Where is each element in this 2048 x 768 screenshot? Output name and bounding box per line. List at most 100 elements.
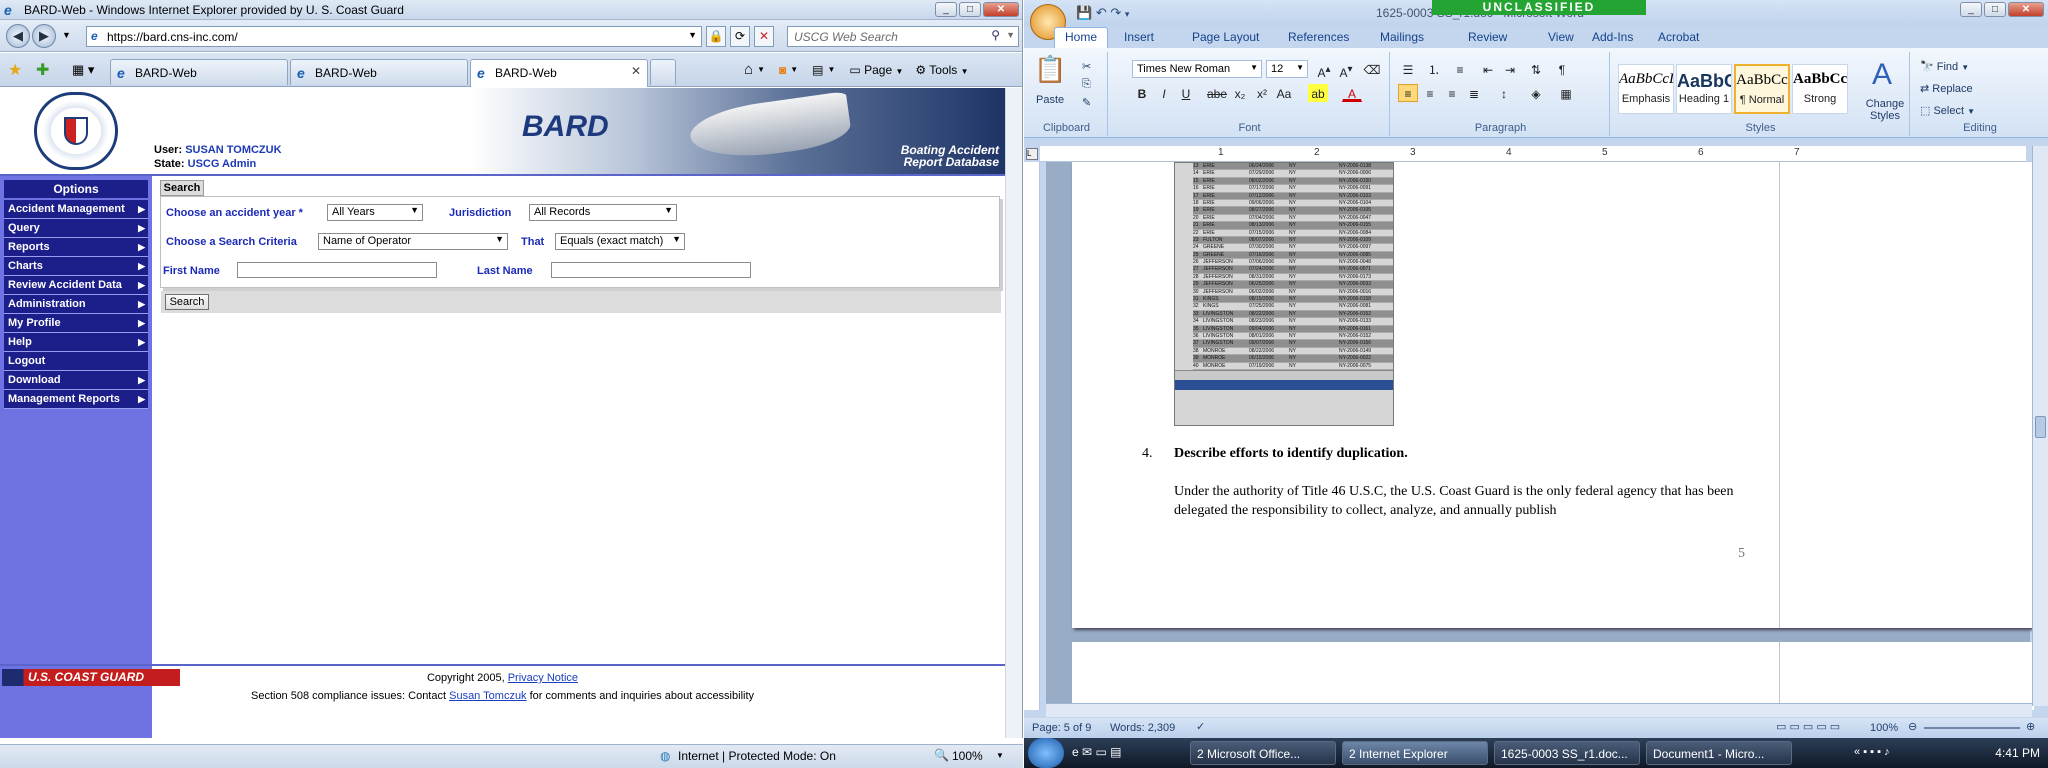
word-minimize-button[interactable]: _ xyxy=(1960,2,1982,17)
paste-button[interactable]: Paste xyxy=(1036,94,1064,106)
url-field[interactable]: e https://bard.cns-inc.com/ ▼ xyxy=(86,26,702,47)
search-tab[interactable]: Search xyxy=(160,180,204,196)
ie-vertical-scrollbar[interactable] xyxy=(1005,88,1022,738)
forward-button[interactable]: ▶ xyxy=(32,24,56,48)
style-emphasis[interactable]: AaBbCcL Emphasis xyxy=(1618,64,1674,114)
align-left-icon[interactable]: ≡ xyxy=(1398,84,1418,102)
tray-chevron-icon[interactable]: « xyxy=(1854,746,1860,758)
menu-item-query[interactable]: Query ▶ xyxy=(4,219,148,238)
ribbon-tab-acrobat[interactable]: Acrobat xyxy=(1658,30,1699,44)
taskbar-item-office[interactable]: 2 Microsoft Office... xyxy=(1190,741,1336,765)
copy-icon[interactable]: ⎘ xyxy=(1082,78,1091,91)
menu-item-help[interactable]: Help ▶ xyxy=(4,333,148,352)
jurisdiction-select[interactable]: All Records ▼ xyxy=(529,204,677,221)
search-dropdown-icon[interactable]: ▼ xyxy=(1006,30,1015,40)
favorites-star-icon[interactable]: ★ xyxy=(8,60,22,80)
cut-icon[interactable]: ✂ xyxy=(1082,60,1091,73)
contact-link[interactable]: Susan Tomczuk xyxy=(449,690,526,702)
customize-qat-icon[interactable]: ▾ xyxy=(1125,9,1130,19)
stop-icon[interactable]: ✕ xyxy=(754,26,774,47)
close-tab-icon[interactable]: ✕ xyxy=(631,64,641,78)
shrink-font-icon[interactable]: A▾ xyxy=(1336,60,1356,80)
new-tab-button[interactable] xyxy=(650,59,676,85)
ribbon-tab-mailings[interactable]: Mailings xyxy=(1380,30,1424,44)
first-name-input[interactable] xyxy=(237,262,437,278)
url-dropdown-icon[interactable]: ▼ xyxy=(688,30,697,40)
minimize-button[interactable]: _ xyxy=(935,2,957,17)
print-icon[interactable]: ▤ xyxy=(812,63,823,77)
numbering-icon[interactable]: ⒈ xyxy=(1424,60,1444,78)
format-painter-icon[interactable]: ✎ xyxy=(1082,96,1091,109)
zoom-dropdown-icon[interactable]: ▼ xyxy=(996,751,1004,760)
multilevel-list-icon[interactable]: ≡ xyxy=(1450,60,1470,78)
page-menu[interactable]: ▭ Page ▼ xyxy=(849,63,903,77)
redo-icon[interactable]: ↷ xyxy=(1110,5,1121,20)
match-type-select[interactable]: Equals (exact match) ▼ xyxy=(555,233,685,250)
ribbon-tab-add-ins[interactable]: Add-Ins xyxy=(1592,30,1633,44)
feeds-dropdown-icon[interactable]: ▼ xyxy=(790,65,798,74)
horizontal-ruler[interactable]: 1 2 3 4 5 6 7 xyxy=(1040,146,2026,162)
outlook-quick-launch-icon[interactable]: ✉ xyxy=(1082,745,1092,759)
word-close-button[interactable]: ✕ xyxy=(2008,2,2044,17)
zoom-slider[interactable] xyxy=(1924,727,2020,729)
zoom-out-icon[interactable]: ⊖ xyxy=(1908,720,1917,733)
quick-tabs-icon[interactable]: ▦ ▾ xyxy=(72,62,94,78)
bullets-icon[interactable]: ☰ xyxy=(1398,60,1418,78)
menu-item-administration[interactable]: Administration ▶ xyxy=(4,295,148,314)
zoom-in-icon[interactable]: ⊕ xyxy=(2026,720,2035,733)
style-heading-1[interactable]: AaBbC Heading 1 xyxy=(1676,64,1732,114)
bold-icon[interactable]: B xyxy=(1132,84,1152,102)
taskbar-item-word-doc[interactable]: 1625-0003 SS_r1.doc... xyxy=(1494,741,1640,765)
borders-icon[interactable]: ▦ xyxy=(1556,84,1576,102)
feeds-icon[interactable]: ◙ xyxy=(779,63,786,77)
document-page[interactable]: 13 ERIE 06/24/2006 NY NY-2006-0138 14 ERIE 07/2… xyxy=(1072,162,2034,628)
accident-year-select[interactable]: All Years ▼ xyxy=(327,204,423,221)
italic-icon[interactable]: I xyxy=(1154,84,1174,102)
menu-item-reports[interactable]: Reports ▶ xyxy=(4,238,148,257)
word-vertical-scrollbar[interactable] xyxy=(2032,146,2048,706)
word-horizontal-scrollbar[interactable] xyxy=(1046,703,2032,717)
ribbon-tab-view[interactable]: View xyxy=(1548,30,1574,44)
next-page[interactable] xyxy=(1072,642,2034,710)
clock[interactable]: 4:41 PM xyxy=(1995,746,2040,760)
change-case-icon[interactable]: Aa xyxy=(1274,84,1294,102)
menu-item-management-reports[interactable]: Management Reports ▶ xyxy=(4,390,148,409)
vertical-ruler[interactable] xyxy=(1024,162,1040,710)
history-dropdown-icon[interactable]: ▼ xyxy=(62,30,71,40)
privacy-notice-link[interactable]: Privacy Notice xyxy=(508,672,578,684)
print-dropdown-icon[interactable]: ▼ xyxy=(828,65,836,74)
justify-icon[interactable]: ≣ xyxy=(1464,84,1484,102)
menu-item-logout[interactable]: Logout xyxy=(4,352,148,371)
menu-item-download[interactable]: Download ▶ xyxy=(4,371,148,390)
back-button[interactable]: ◀ xyxy=(6,24,30,48)
close-button[interactable]: ✕ xyxy=(983,2,1019,17)
add-favorite-icon[interactable]: ✚ xyxy=(36,60,49,80)
taskbar-item-ie[interactable]: 2 Internet Explorer xyxy=(1342,741,1488,765)
menu-item-accident-management[interactable]: Accident Management ▶ xyxy=(4,200,148,219)
home-icon[interactable]: ⌂ xyxy=(744,61,753,78)
underline-icon[interactable]: U xyxy=(1176,84,1196,102)
show-formatting-icon[interactable]: ¶ xyxy=(1552,60,1572,78)
ie-quick-launch-icon[interactable]: e xyxy=(1072,745,1079,759)
tools-menu[interactable]: ⚙ Tools ▼ xyxy=(915,63,968,77)
ribbon-tab-home[interactable]: Home xyxy=(1054,27,1109,49)
scroll-thumb[interactable] xyxy=(2035,416,2046,438)
ribbon-tab-references[interactable]: References xyxy=(1288,30,1349,44)
paste-icon[interactable]: 📋 xyxy=(1034,54,1066,85)
line-spacing-icon[interactable]: ↕ xyxy=(1494,84,1514,102)
zoom-level[interactable]: 100% xyxy=(952,749,983,763)
font-name-select[interactable]: Times New Roman ▼ xyxy=(1132,60,1262,78)
ribbon-tab-insert[interactable]: Insert xyxy=(1124,30,1154,44)
style-strong[interactable]: AaBbCcl Strong xyxy=(1792,64,1848,114)
tab-selector[interactable]: L xyxy=(1026,148,1038,160)
network-icon[interactable]: ▪ xyxy=(1877,746,1881,758)
clear-formatting-icon[interactable]: ⌫ xyxy=(1362,60,1382,78)
lock-icon[interactable]: 🔒 xyxy=(706,26,726,47)
save-icon[interactable]: 💾 xyxy=(1076,5,1092,20)
tab-bard-web-3[interactable]: e BARD-Web ✕ xyxy=(470,59,648,87)
menu-item-my-profile[interactable]: My Profile ▶ xyxy=(4,314,148,333)
style-normal[interactable]: AaBbCc ¶ Normal xyxy=(1734,64,1790,114)
decrease-indent-icon[interactable]: ⇤ xyxy=(1478,60,1498,78)
word-maximize-button[interactable]: □ xyxy=(1984,2,2006,17)
word-count[interactable]: Words: 2,309 xyxy=(1110,722,1175,734)
